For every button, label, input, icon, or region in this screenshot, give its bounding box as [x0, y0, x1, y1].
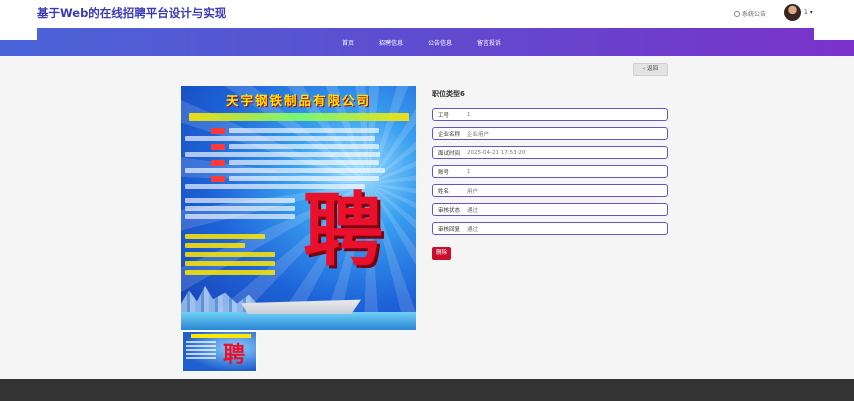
system-notice-link[interactable]: 系统公告 [734, 9, 766, 18]
field-value: 通过 [467, 226, 479, 233]
field-label: 账号 [438, 169, 450, 176]
field-label: 姓名 [438, 188, 450, 195]
field-value: 1 [467, 168, 471, 175]
poster-text-line [185, 168, 385, 173]
field-label: 面试时间 [438, 150, 461, 157]
field-label: 企业名称 [438, 131, 461, 138]
poster-headline [189, 113, 409, 121]
field-value: 企业用户 [467, 131, 490, 138]
poster-contact-line [185, 243, 245, 248]
field-review-status: 审核状态 通过 [432, 203, 668, 216]
field-label: 工号 [438, 112, 450, 119]
poster-sea [181, 312, 416, 330]
thumbnail-title-band [191, 334, 251, 338]
poster-text-line [185, 214, 295, 219]
field-account: 账号 1 [432, 165, 668, 178]
job-type-title: 职位类型6 [432, 90, 465, 98]
field-value: 用户 [467, 188, 479, 195]
poster-text-line [185, 206, 295, 211]
poster-contact-line [185, 252, 275, 257]
avatar[interactable] [784, 4, 801, 21]
field-name: 姓名 用户 [432, 184, 668, 197]
nav-item-home[interactable]: 首页 [342, 38, 354, 47]
field-interview-time: 面试时间 2025-04-21 17:53:20 [432, 146, 668, 159]
thumbnail-row [186, 349, 216, 351]
field-value: 1 [467, 111, 471, 118]
nav-item-notices[interactable]: 公告信息 [428, 38, 452, 47]
user-menu[interactable]: 1 ▾ [804, 9, 813, 16]
field-label: 审核状态 [438, 207, 461, 214]
field-review-reply: 审核回复 通过 [432, 222, 668, 235]
poster-contact-line [185, 261, 275, 266]
field-value: 2025-04-21 17:53:20 [467, 149, 526, 156]
top-bar: 基于Web的在线招聘平台设计与实现 系统公告 1 ▾ [0, 0, 854, 28]
site-title[interactable]: 基于Web的在线招聘平台设计与实现 [37, 5, 226, 21]
job-poster-image: 天宇钢铁制品有限公司 聘 [181, 86, 416, 330]
poster-thumbnail[interactable]: 聘 [182, 331, 257, 372]
delete-button[interactable]: 删除 [432, 247, 451, 260]
poster-recruit-char: 聘 [303, 183, 383, 277]
field-value: 通过 [467, 207, 479, 214]
field-employee-id: 工号 1 [432, 108, 668, 121]
nav-menu: 首页 招聘信息 公告信息 留言投诉 [342, 38, 501, 47]
thumbnail-row [186, 341, 216, 343]
poster-contact-line [185, 234, 265, 239]
poster-text-line [229, 160, 379, 165]
nav-edge-left [0, 28, 37, 40]
thumbnail-row [186, 345, 216, 347]
poster-tag [211, 176, 225, 182]
poster-tag [211, 144, 225, 150]
system-notice-label: 系统公告 [742, 11, 767, 18]
thumbnail-row [186, 357, 216, 359]
poster-text-line [185, 136, 375, 141]
poster-contact-line [185, 270, 275, 275]
nav-edge-right [814, 28, 854, 40]
thumbnail-row [186, 353, 216, 355]
thumbnail-recruit-char: 聘 [223, 342, 246, 368]
poster-text-line [185, 152, 380, 157]
poster-tag [211, 128, 225, 134]
back-button[interactable]: ‹ 返回 [633, 63, 668, 76]
footer [0, 379, 854, 401]
nav-item-feedback[interactable]: 留言投诉 [477, 38, 501, 47]
poster-text-line [185, 198, 295, 203]
poster-text-line [229, 144, 379, 149]
poster-company-name: 天宇钢铁制品有限公司 [225, 93, 371, 108]
field-label: 审核回复 [438, 226, 461, 233]
clock-icon [734, 11, 740, 17]
nav-item-jobs[interactable]: 招聘信息 [379, 38, 403, 47]
poster-text-line [229, 128, 379, 133]
poster-text-line [229, 176, 379, 181]
field-company-name: 企业名称 企业用户 [432, 127, 668, 140]
poster-tag [211, 160, 225, 166]
